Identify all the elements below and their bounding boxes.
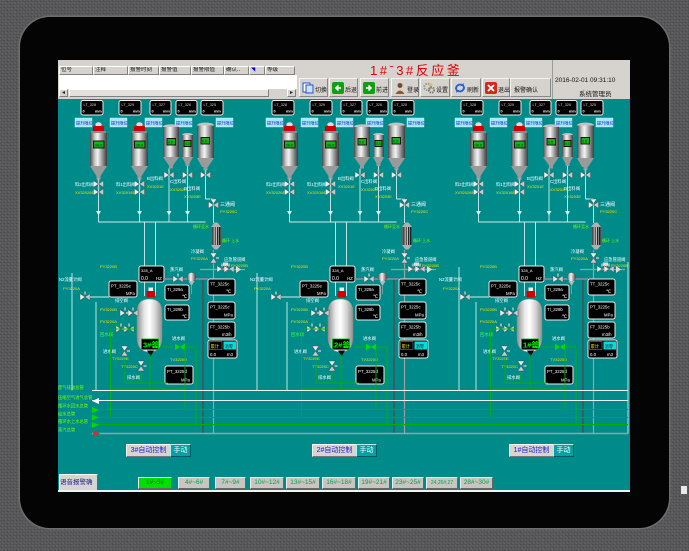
svg-text:3#釜: 3#釜 [143, 340, 159, 350]
svg-text:蒸汽总管: 蒸汽总管 [58, 427, 76, 434]
svg-text:压缩空气进气总管: 压缩空气进气总管 [58, 394, 93, 401]
svg-text:废气排放总管: 废气排放总管 [58, 384, 84, 391]
svg-text:循环水回水总管: 循环水回水总管 [58, 403, 89, 410]
svg-text:1#釜: 1#釜 [523, 340, 539, 350]
svg-text:循环水上水总管: 循环水上水总管 [58, 418, 89, 425]
svg-text:2#釜: 2#釜 [334, 340, 350, 350]
svg-text:给水总管: 给水总管 [58, 411, 76, 418]
